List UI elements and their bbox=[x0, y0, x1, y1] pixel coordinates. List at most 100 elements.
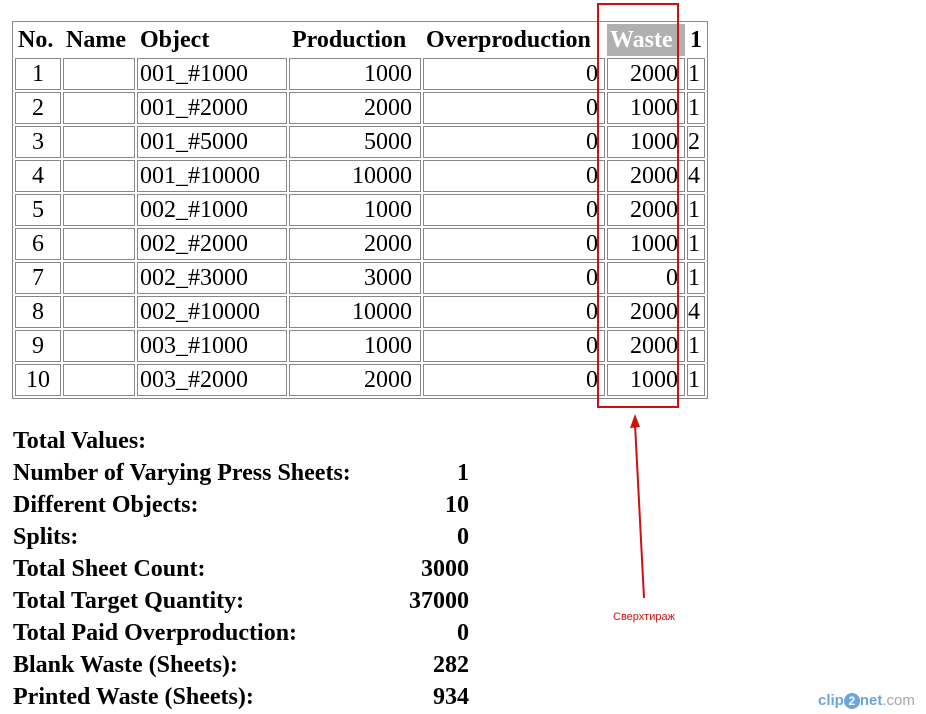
cell-object: 001_#1000 bbox=[137, 58, 287, 90]
cell-overproduction: 0 bbox=[423, 296, 605, 328]
cell-no: 7 bbox=[15, 262, 61, 294]
cell-object: 001_#2000 bbox=[137, 92, 287, 124]
cell-last: 4 bbox=[687, 160, 705, 192]
cell-production: 1000 bbox=[289, 194, 421, 226]
cell-overproduction: 0 bbox=[423, 58, 605, 90]
cell-object: 002_#3000 bbox=[137, 262, 287, 294]
cell-name bbox=[63, 194, 135, 226]
annotation-label: Сверхтираж bbox=[613, 611, 675, 623]
totals-value: 0 bbox=[457, 524, 469, 550]
totals-row: Number of Varying Press Sheets: 1 bbox=[13, 457, 473, 489]
totals-value: 37000 bbox=[409, 588, 469, 614]
totals-label: Blank Waste (Sheets): bbox=[13, 652, 238, 678]
cell-last: 2 bbox=[687, 126, 705, 158]
cell-production: 1000 bbox=[289, 330, 421, 362]
cell-production: 5000 bbox=[289, 126, 421, 158]
cell-no: 5 bbox=[15, 194, 61, 226]
cell-overproduction: 0 bbox=[423, 194, 605, 226]
watermark-part-net: net bbox=[859, 692, 883, 709]
cell-last: 1 bbox=[687, 92, 705, 124]
cell-overproduction: 0 bbox=[423, 364, 605, 396]
header-last: 1 bbox=[690, 27, 702, 53]
header-production: Production bbox=[292, 27, 407, 53]
cell-last: 1 bbox=[687, 228, 705, 260]
cell-object: 001_#10000 bbox=[137, 160, 287, 192]
totals-heading-label: Total Values: bbox=[13, 428, 147, 454]
clip2net-watermark: clip 2 net.com bbox=[818, 692, 915, 709]
cell-overproduction: 0 bbox=[423, 160, 605, 192]
totals-label: Printed Waste (Sheets): bbox=[13, 684, 254, 710]
cell-production: 10000 bbox=[289, 296, 421, 328]
cell-object: 003_#2000 bbox=[137, 364, 287, 396]
cell-overproduction: 0 bbox=[423, 126, 605, 158]
cell-no: 3 bbox=[15, 126, 61, 158]
cell-name bbox=[63, 228, 135, 260]
totals-list: Number of Varying Press Sheets: 1 Differen… bbox=[13, 457, 473, 713]
cell-overproduction: 0 bbox=[423, 228, 605, 260]
header-no: No. bbox=[18, 27, 54, 53]
cell-object: 001_#5000 bbox=[137, 126, 287, 158]
waste-highlight-box bbox=[597, 3, 679, 408]
totals-row: Different Objects: 10 bbox=[13, 489, 473, 521]
cell-production: 1000 bbox=[289, 58, 421, 90]
cell-name bbox=[63, 330, 135, 362]
cell-name bbox=[63, 296, 135, 328]
cell-name bbox=[63, 364, 135, 396]
cell-production: 3000 bbox=[289, 262, 421, 294]
cell-last: 1 bbox=[687, 194, 705, 226]
totals-value: 282 bbox=[433, 652, 469, 678]
cell-last: 1 bbox=[687, 330, 705, 362]
cell-production: 2000 bbox=[289, 364, 421, 396]
cell-object: 002_#1000 bbox=[137, 194, 287, 226]
totals-heading: Total Values: bbox=[13, 425, 473, 457]
totals-row: Blank Waste (Sheets): 282 bbox=[13, 649, 473, 681]
watermark-part-2: 2 bbox=[843, 693, 860, 709]
cell-production: 10000 bbox=[289, 160, 421, 192]
cell-no: 1 bbox=[15, 58, 61, 90]
annotation-arrow bbox=[630, 414, 645, 599]
totals-label: Total Sheet Count: bbox=[13, 556, 206, 582]
totals-row: Splits: 0 bbox=[13, 521, 473, 553]
cell-no: 10 bbox=[15, 364, 61, 396]
totals-value: 0 bbox=[457, 620, 469, 646]
totals-value: 1 bbox=[457, 460, 469, 486]
cell-object: 002_#2000 bbox=[137, 228, 287, 260]
cell-overproduction: 0 bbox=[423, 92, 605, 124]
cell-object: 003_#1000 bbox=[137, 330, 287, 362]
totals-value: 10 bbox=[445, 492, 469, 518]
cell-no: 9 bbox=[15, 330, 61, 362]
totals-row: Total Paid Overproduction: 0 bbox=[13, 617, 473, 649]
totals-section: Total Values: Number of Varying Press Sh… bbox=[13, 425, 473, 713]
cell-last: 4 bbox=[687, 296, 705, 328]
cell-production: 2000 bbox=[289, 228, 421, 260]
totals-label: Different Objects: bbox=[13, 492, 199, 518]
watermark-part-clip: clip bbox=[818, 692, 844, 709]
totals-label: Splits: bbox=[13, 524, 79, 550]
totals-row: Total Sheet Count: 3000 bbox=[13, 553, 473, 585]
cell-last: 1 bbox=[687, 58, 705, 90]
cell-last: 1 bbox=[687, 262, 705, 294]
header-name: Name bbox=[66, 27, 126, 53]
cell-name bbox=[63, 262, 135, 294]
totals-row: Total Target Quantity: 37000 bbox=[13, 585, 473, 617]
cell-name bbox=[63, 160, 135, 192]
cell-no: 6 bbox=[15, 228, 61, 260]
header-overproduction: Overproduction bbox=[426, 27, 591, 53]
header-object: Object bbox=[140, 27, 210, 53]
cell-production: 2000 bbox=[289, 92, 421, 124]
totals-label: Total Paid Overproduction: bbox=[13, 620, 298, 646]
totals-value: 934 bbox=[433, 684, 469, 710]
cell-overproduction: 0 bbox=[423, 262, 605, 294]
cell-name bbox=[63, 58, 135, 90]
totals-value: 3000 bbox=[421, 556, 469, 582]
cell-overproduction: 0 bbox=[423, 330, 605, 362]
cell-name bbox=[63, 92, 135, 124]
totals-label: Number of Varying Press Sheets: bbox=[13, 460, 351, 486]
cell-object: 002_#10000 bbox=[137, 296, 287, 328]
totals-row: Printed Waste (Sheets): 934 bbox=[13, 681, 473, 713]
totals-label: Total Target Quantity: bbox=[13, 588, 245, 614]
watermark-part-com: .com bbox=[882, 692, 915, 709]
cell-no: 2 bbox=[15, 92, 61, 124]
cell-no: 4 bbox=[15, 160, 61, 192]
cell-no: 8 bbox=[15, 296, 61, 328]
